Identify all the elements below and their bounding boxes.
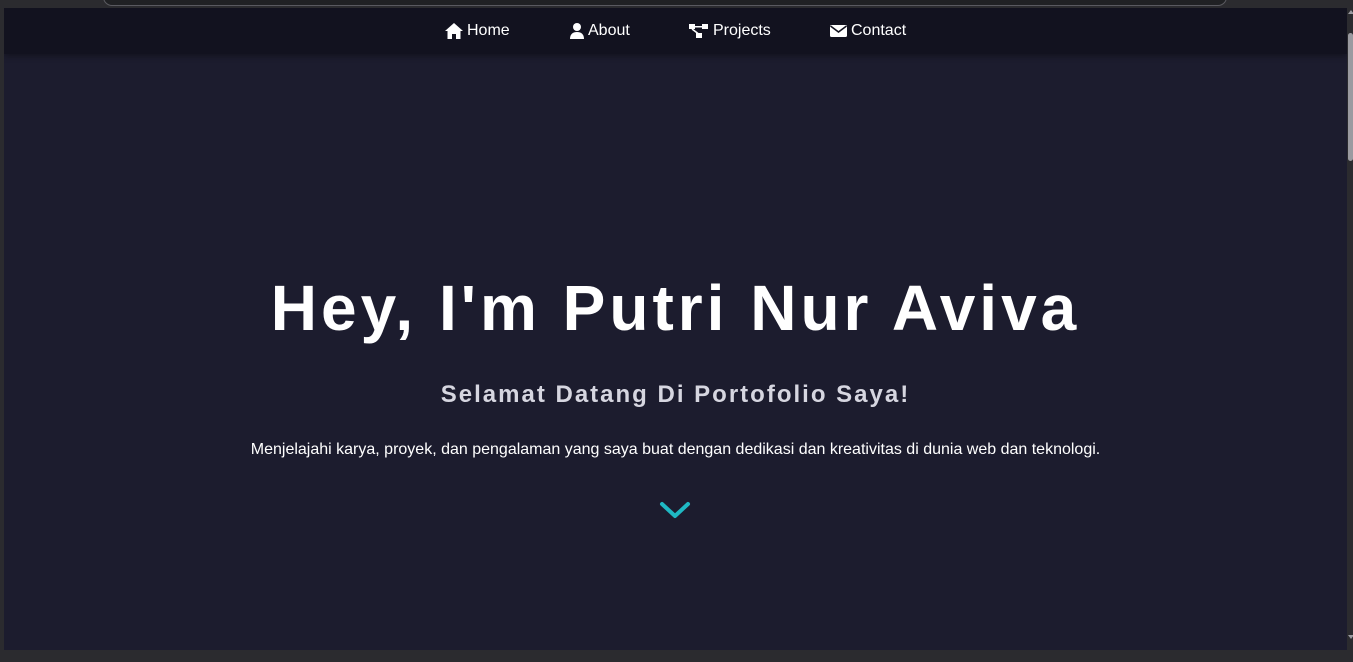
address-bar[interactable] — [103, 0, 1227, 6]
nav-item-projects[interactable]: Projects — [689, 21, 771, 41]
hero-title: Hey, I'm Putri Nur Aviva — [270, 272, 1081, 344]
nav-item-label: Contact — [851, 22, 907, 39]
user-icon — [570, 23, 584, 39]
browser-top-bar — [0, 0, 1353, 8]
scrollbar-thumb[interactable] — [1348, 33, 1353, 161]
home-icon — [445, 23, 463, 39]
nav-item-home[interactable]: Home — [445, 21, 510, 41]
nav-item-label: Projects — [713, 22, 771, 39]
envelope-icon — [830, 24, 847, 38]
scroll-up-arrow-icon[interactable] — [1348, 10, 1353, 14]
hero-description: Menjelajahi karya, proyek, dan pengalama… — [250, 441, 1101, 458]
nav-item-contact[interactable]: Contact — [830, 21, 906, 41]
hero-subtitle: Selamat Datang Di Portofolio Saya! — [440, 381, 911, 408]
page-scrollbar[interactable] — [1347, 8, 1353, 650]
browser-bottom-bar — [0, 650, 1353, 662]
nav-item-label: About — [588, 22, 630, 39]
scroll-down-button[interactable] — [659, 498, 691, 522]
nav-item-label: Home — [467, 22, 510, 39]
page-viewport: Home About Projects Contact Hey, I'm Put… — [4, 8, 1347, 650]
navbar: Home About Projects Contact — [4, 8, 1347, 54]
project-diagram-icon — [689, 23, 709, 39]
chevron-down-icon — [659, 502, 691, 526]
scroll-down-arrow-icon[interactable] — [1348, 635, 1353, 639]
nav-item-about[interactable]: About — [570, 21, 630, 41]
